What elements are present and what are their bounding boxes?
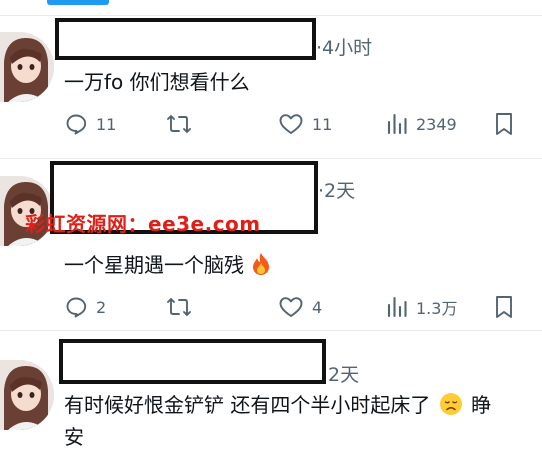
like-button[interactable]: 4 (278, 294, 322, 320)
bookmark-button[interactable] (493, 294, 515, 320)
post-1[interactable]: ·4小时 一万fo 你们想看什么 11 11 2349 (0, 15, 542, 158)
retweet-button[interactable] (166, 294, 192, 320)
redacted-username (55, 18, 316, 60)
views-icon (387, 113, 407, 135)
avatar[interactable] (0, 360, 54, 430)
views-icon (387, 296, 407, 318)
post-text: 一个星期遇一个脑残 (64, 253, 244, 277)
reply-button[interactable]: 2 (64, 294, 106, 320)
post-text: 有时候好恨金铲铲 还有四个半小时起床了 (64, 393, 431, 417)
post-text-row: 一个星期遇一个脑残 (64, 250, 272, 280)
post-2[interactable]: ·2天 一个星期遇一个脑残 2 4 1.3万 (0, 158, 542, 330)
post-text-line-2: 安 (64, 425, 84, 449)
reply-count: 11 (96, 114, 117, 134)
post-3[interactable]: 2天 有时候好恨金铲铲 还有四个半小时起床了 睁 安 (0, 330, 542, 453)
views-button[interactable]: 1.3万 (386, 294, 457, 320)
reply-icon (66, 114, 87, 135)
fire-emoji-icon (253, 253, 270, 275)
reply-icon (66, 297, 87, 318)
bookmark-icon (496, 113, 512, 135)
post-actions: 2 4 1.3万 (0, 294, 542, 320)
post-text-overflow: 睁 (471, 393, 492, 417)
views-button[interactable]: 2349 (386, 111, 457, 137)
post-timestamp[interactable]: ·2天 (318, 176, 355, 203)
retweet-icon (167, 298, 191, 316)
redacted-username (59, 339, 326, 384)
like-icon (279, 297, 303, 317)
views-count: 1.3万 (416, 299, 458, 318)
like-icon (279, 114, 303, 134)
avatar[interactable] (0, 32, 54, 102)
post-timestamp[interactable]: ·4小时 (316, 33, 372, 60)
bookmark-icon (496, 296, 512, 318)
active-tab-indicator (47, 0, 109, 5)
like-count: 11 (312, 114, 333, 134)
like-button[interactable]: 11 (278, 111, 332, 137)
disappointed-face-emoji-icon (439, 393, 462, 415)
retweet-button[interactable] (166, 111, 192, 137)
reply-button[interactable]: 11 (64, 111, 116, 137)
views-count: 2349 (416, 114, 457, 134)
post-timestamp[interactable]: 2天 (328, 360, 359, 387)
post-text: 一万fo 你们想看什么 (64, 70, 250, 94)
retweet-icon (167, 115, 191, 133)
bookmark-button[interactable] (493, 111, 515, 137)
like-count: 4 (312, 297, 323, 317)
reply-count: 2 (96, 297, 107, 317)
post-actions: 11 11 2349 (0, 111, 542, 137)
watermark-text: 彩虹资源网：ee3e.com (25, 212, 261, 236)
post-text-row: 有时候好恨金铲铲 还有四个半小时起床了 睁 (64, 390, 491, 420)
